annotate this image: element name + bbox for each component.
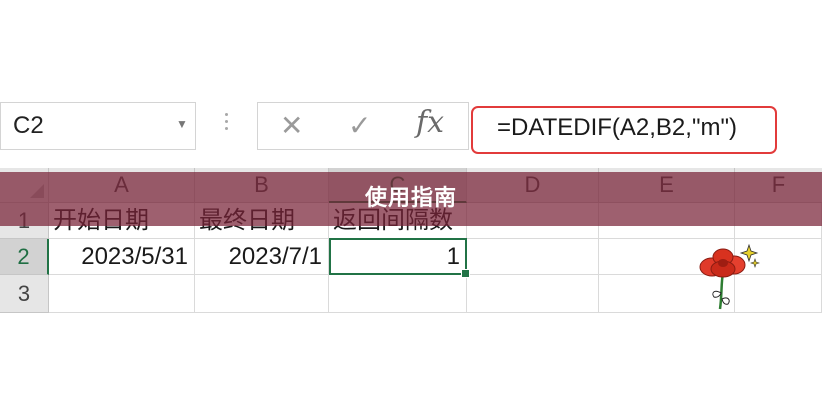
check-icon[interactable]: ✓ <box>348 109 371 142</box>
formula-text: =DATEDIF(A2,B2,"m") <box>497 114 737 141</box>
name-box-value: C2 <box>13 112 44 139</box>
active-cell-border <box>329 238 467 275</box>
flower-sticker-icon <box>699 243 760 310</box>
chevron-down-icon[interactable]: ▼ <box>176 117 188 131</box>
guide-banner: 使用指南 <box>0 172 822 226</box>
close-icon[interactable]: ✕ <box>280 109 303 142</box>
excel-screenshot: C2 ▼ ✕ ✓ fx =DATEDIF(A2,B2,"m") A B C D … <box>0 95 822 313</box>
cell-c3[interactable] <box>329 275 467 313</box>
name-box[interactable]: C2 ▼ <box>0 102 196 150</box>
cell-d2[interactable] <box>467 239 599 275</box>
drag-handle[interactable] <box>220 109 232 139</box>
cell-a3[interactable] <box>49 275 195 313</box>
formula-bar-row: C2 ▼ ✕ ✓ fx =DATEDIF(A2,B2,"m") <box>0 95 822 157</box>
formula-buttons: ✕ ✓ fx <box>257 102 469 150</box>
banner-title: 使用指南 <box>364 186 457 211</box>
cell-d3[interactable] <box>467 275 599 313</box>
cell-b2[interactable]: 2023/7/1 <box>195 239 329 275</box>
fx-icon[interactable]: fx <box>416 105 444 140</box>
row-header-3[interactable]: 3 <box>0 275 49 313</box>
fill-handle[interactable] <box>461 269 470 278</box>
cell-a2[interactable]: 2023/5/31 <box>49 239 195 275</box>
cell-b3[interactable] <box>195 275 329 313</box>
row-header-2[interactable]: 2 <box>0 239 49 275</box>
formula-input[interactable]: =DATEDIF(A2,B2,"m") <box>471 106 777 154</box>
